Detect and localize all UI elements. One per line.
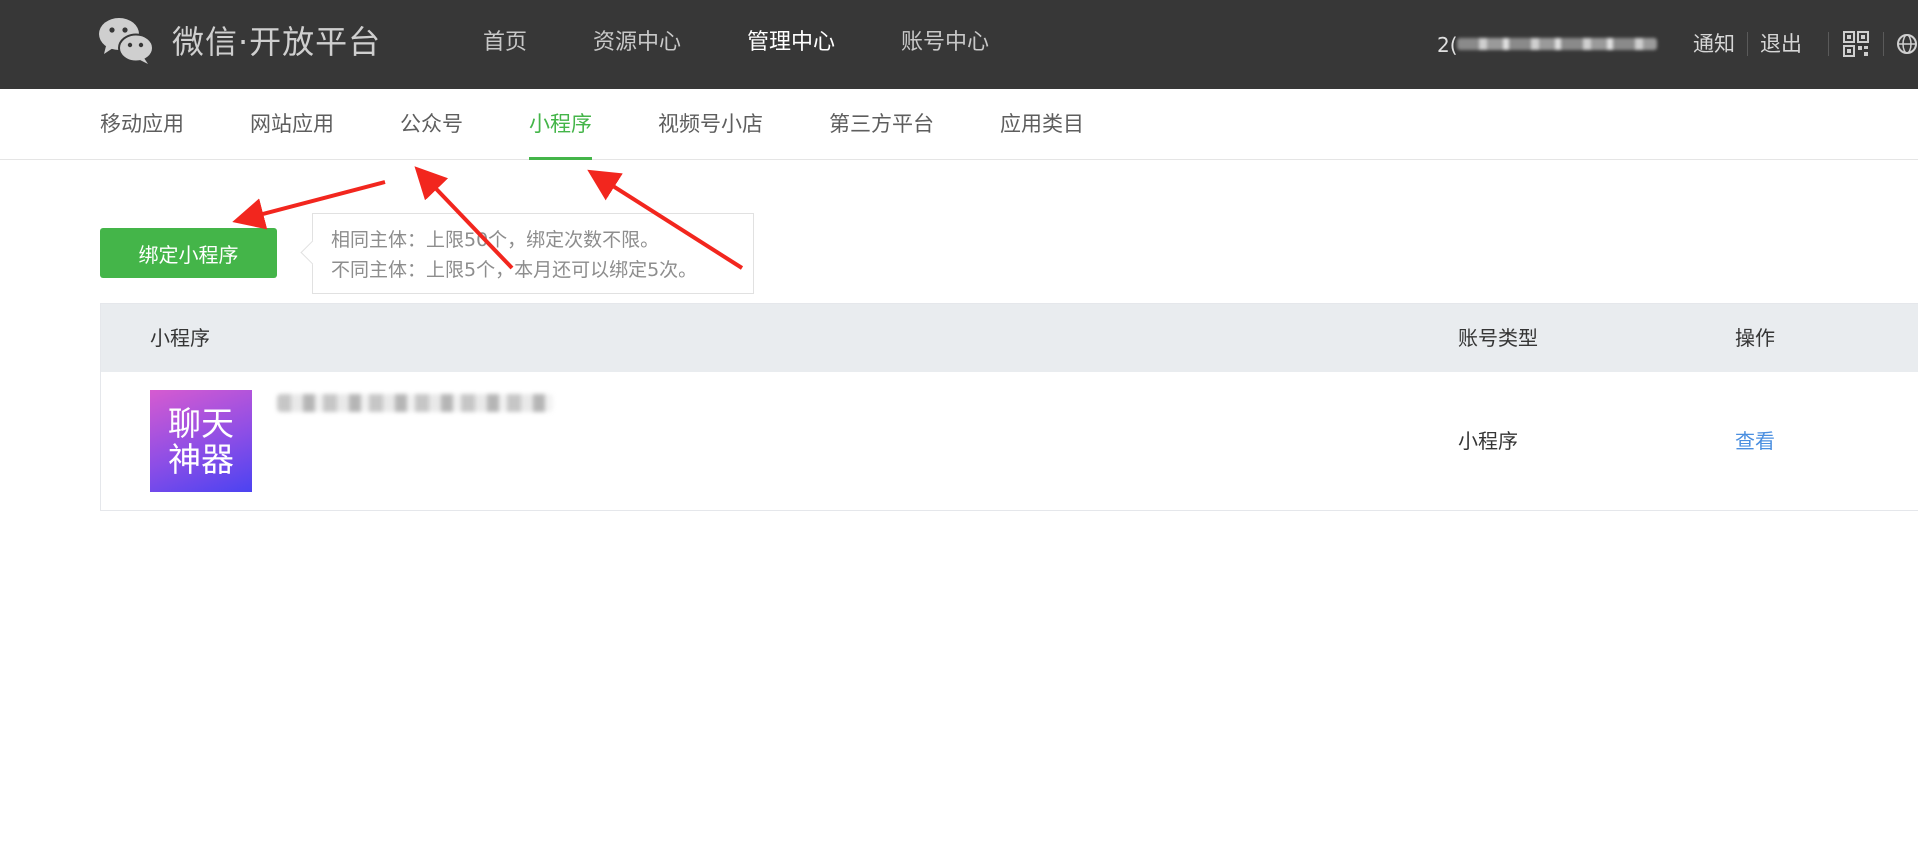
divider bbox=[1883, 32, 1884, 56]
mini-program-table: 小程序 账号类型 操作 聊天 神器 小程序 查看 bbox=[100, 303, 1918, 511]
top-nav-resources[interactable]: 资源中心 bbox=[593, 26, 681, 60]
qr-code-icon[interactable] bbox=[1843, 31, 1869, 57]
tab-app-categories[interactable]: 应用类目 bbox=[1000, 89, 1084, 160]
account-name-prefix: 2( bbox=[1437, 33, 1458, 57]
bind-mini-program-button[interactable]: 绑定小程序 bbox=[100, 228, 277, 278]
tip-line-different-entity: 不同主体：上限5个，本月还可以绑定5次。 bbox=[331, 259, 698, 281]
account-type-cell: 小程序 bbox=[1458, 429, 1518, 453]
tab-mini-programs[interactable]: 小程序 bbox=[529, 89, 592, 160]
tab-mobile-apps[interactable]: 移动应用 bbox=[100, 89, 184, 160]
top-right-tools: 2( 通知 退出 bbox=[1437, 27, 1918, 61]
mini-program-logo: 聊天 神器 bbox=[150, 390, 252, 492]
wechat-logo-icon bbox=[99, 18, 154, 64]
sub-nav-items: 移动应用 网站应用 公众号 小程序 视频号小店 第三方平台 应用类目 bbox=[100, 89, 1150, 160]
tab-third-party-platform[interactable]: 第三方平台 bbox=[829, 89, 934, 160]
tab-website-apps[interactable]: 网站应用 bbox=[250, 89, 334, 160]
table-header: 小程序 账号类型 操作 bbox=[101, 304, 1918, 372]
mini-program-name-blurred bbox=[277, 394, 553, 412]
notify-link[interactable]: 通知 bbox=[1681, 32, 1747, 56]
logout-link[interactable]: 退出 bbox=[1747, 32, 1814, 56]
globe-icon[interactable] bbox=[1896, 33, 1918, 55]
account-name[interactable]: 2( bbox=[1437, 30, 1667, 58]
view-link[interactable]: 查看 bbox=[1735, 372, 1775, 511]
column-header-type: 账号类型 bbox=[1458, 326, 1538, 350]
top-nav-home[interactable]: 首页 bbox=[483, 26, 527, 60]
logo[interactable]: 微信·开放平台 bbox=[98, 16, 381, 64]
tip-line-same-entity: 相同主体：上限50个，绑定次数不限。 bbox=[331, 229, 660, 251]
bind-limit-tip: 相同主体：上限50个，绑定次数不限。 不同主体：上限5个，本月还可以绑定5次。 bbox=[312, 213, 754, 294]
logo-text-line1: 聊天 bbox=[168, 404, 234, 443]
tab-official-accounts[interactable]: 公众号 bbox=[400, 89, 463, 160]
account-name-blurred bbox=[1457, 38, 1657, 50]
divider bbox=[1828, 32, 1829, 56]
top-bar: 微信·开放平台 首页 资源中心 管理中心 账号中心 2( 通知 退出 bbox=[0, 0, 1918, 89]
table-row: 聊天 神器 小程序 查看 bbox=[101, 372, 1918, 511]
logo-text-line2: 神器 bbox=[168, 440, 234, 479]
column-header-name: 小程序 bbox=[150, 326, 210, 350]
column-header-action: 操作 bbox=[1735, 326, 1775, 350]
tab-channels-store[interactable]: 视频号小店 bbox=[658, 89, 763, 160]
top-nav-account[interactable]: 账号中心 bbox=[901, 26, 989, 60]
top-nav: 首页 资源中心 管理中心 账号中心 bbox=[483, 26, 1055, 60]
top-nav-management[interactable]: 管理中心 bbox=[747, 26, 835, 60]
logo-text: 微信·开放平台 bbox=[172, 23, 382, 61]
sub-nav: 移动应用 网站应用 公众号 小程序 视频号小店 第三方平台 应用类目 bbox=[0, 89, 1918, 160]
